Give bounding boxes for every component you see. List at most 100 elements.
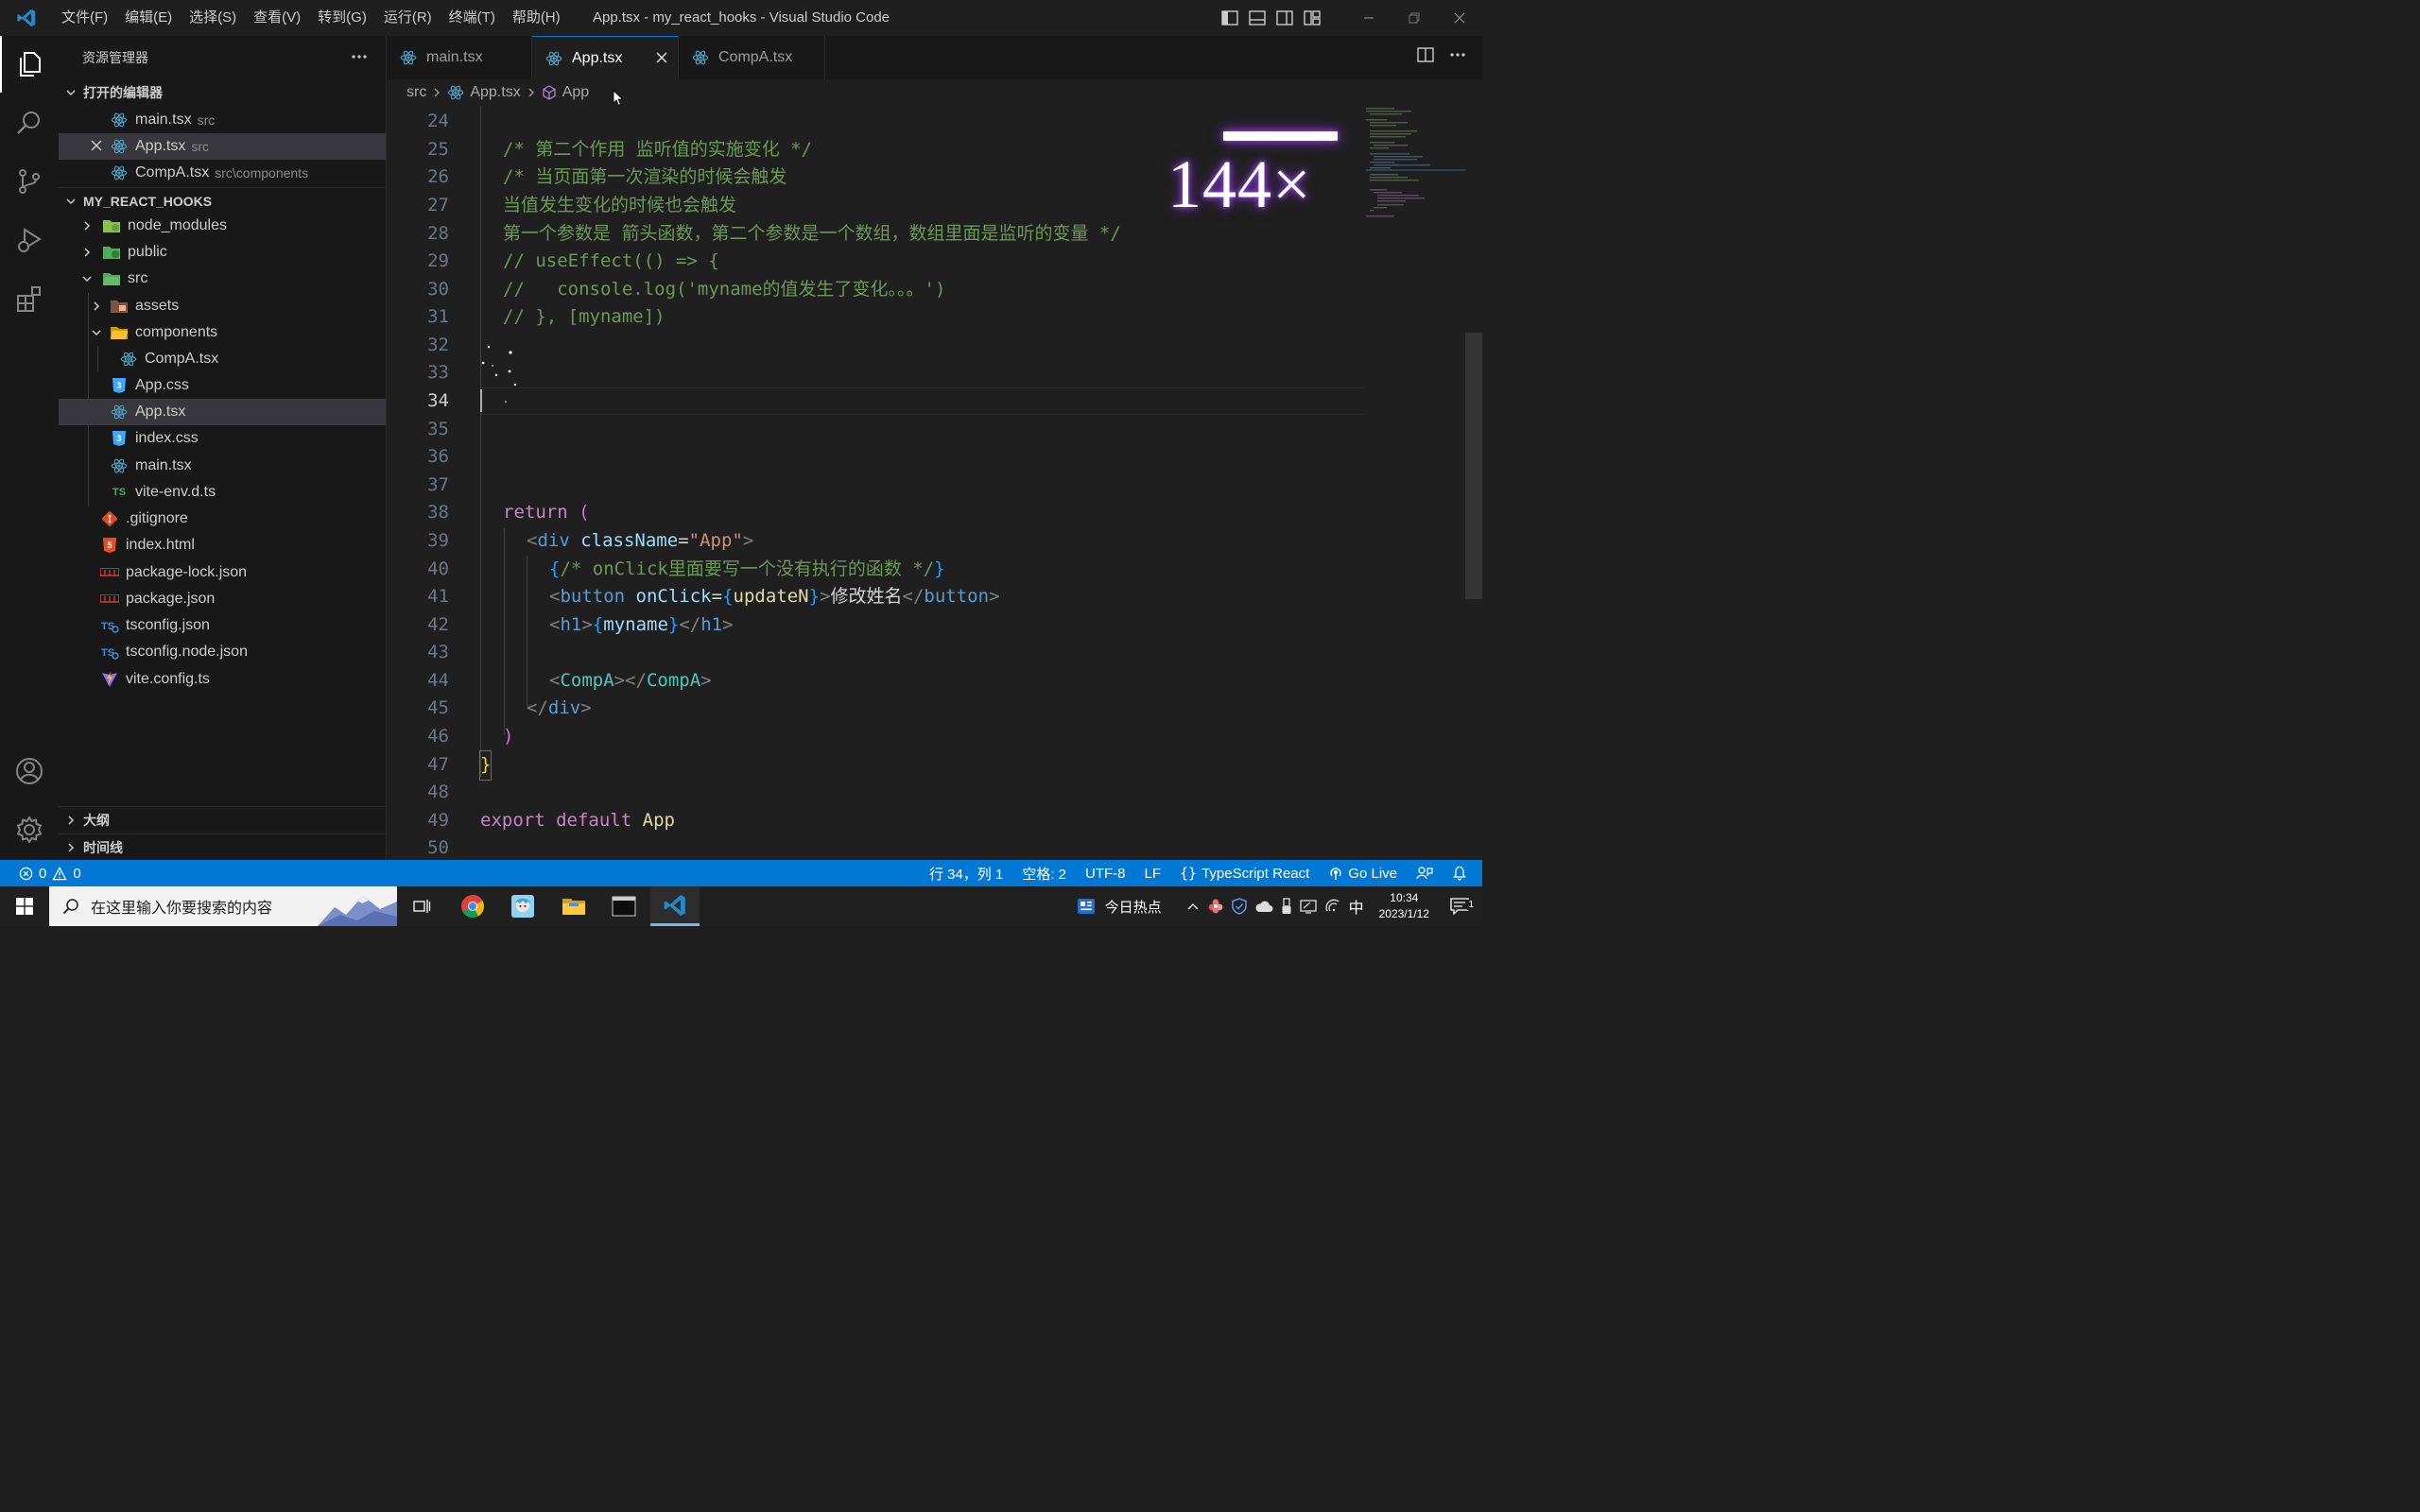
accounts-icon[interactable] [0,743,59,799]
manage-gear-icon[interactable] [0,801,59,858]
open-editor-name: main.tsx [135,112,192,128]
timeline-header[interactable]: 时间线 [59,833,386,861]
tree-folder-public[interactable]: public [59,239,386,266]
menu-go[interactable]: 转到(G) [309,0,375,36]
problems-indicator[interactable]: 0 0 [0,866,81,882]
customize-layout-icon[interactable] [1298,0,1325,36]
display-icon[interactable] [1296,886,1321,926]
notifications-bell-icon[interactable] [1443,866,1482,881]
tray-app-flower-icon[interactable] [1203,886,1228,926]
news-widget[interactable]: 今日热点 [1073,886,1183,926]
outline-header[interactable]: 大纲 [59,806,386,833]
more-actions-icon[interactable] [1448,45,1467,64]
run-debug-icon[interactable] [0,212,59,268]
menu-help[interactable]: 帮助(H) [504,0,569,36]
extensions-icon[interactable] [0,270,59,327]
split-editor-icon[interactable] [1416,45,1435,64]
project-header[interactable]: MY_REACT_HOOKS [59,187,386,215]
terminal-icon[interactable] [599,886,648,926]
tab-main-tsx[interactable]: main.tsx [387,36,532,79]
tree-file-gitignore[interactable]: .gitignore [59,506,386,532]
tree-folder-assets[interactable]: assets [59,293,386,319]
breadcrumb-symbol[interactable]: App [542,84,589,101]
tree-file-package-lock[interactable]: package-lock.json [59,559,386,586]
eol-setting[interactable]: LF [1135,866,1171,882]
chevron-up-icon[interactable] [1183,886,1203,926]
taskbar-search-box[interactable]: 在这里输入你要搜索的内容 [49,886,397,926]
tree-file-main-tsx[interactable]: main.tsx [59,453,386,479]
close-window-button[interactable] [1437,0,1482,36]
tab-app-tsx[interactable]: App.tsx [532,36,679,79]
open-editor-item-active[interactable]: App.tsx src [59,133,386,160]
tree-file-app-css[interactable]: 3 App.css [59,372,386,399]
anime-app-icon[interactable] [498,886,547,926]
go-live-button[interactable]: Go Live [1319,866,1407,882]
tree-folder-src[interactable]: src [59,266,386,292]
tab-close-icon[interactable] [655,51,668,64]
notification-center-icon[interactable]: 1 [1441,886,1482,926]
open-editors-header[interactable]: 打开的编辑器 [59,79,386,106]
menu-run[interactable]: 运行(R) [375,0,441,36]
tree-folder-components[interactable]: components [59,319,386,346]
npm-icon [100,590,119,609]
menu-terminal[interactable]: 终端(T) [441,0,504,36]
usb-device-icon[interactable] [1277,886,1296,926]
breadcrumb-file[interactable]: App.tsx [447,84,521,101]
onedrive-cloud-icon[interactable] [1251,886,1277,926]
line-number: 36 [427,446,449,467]
encoding-setting[interactable]: UTF-8 [1076,866,1135,882]
cursor-position[interactable]: 行 34，列 1 [920,864,1012,884]
menu-file[interactable]: 文件(F) [53,0,116,36]
tree-file-index-html[interactable]: 5 index.html [59,532,386,558]
tree-file-vite-env[interactable]: TS vite-env.d.ts [59,479,386,506]
menu-view[interactable]: 查看(V) [245,0,309,36]
indentation-setting[interactable]: 空格: 2 [1012,864,1076,884]
tree-file-vite-config[interactable]: vite.config.ts [59,666,386,693]
open-editor-item[interactable]: CompA.tsx src\components [59,160,386,186]
menu-edit[interactable]: 编辑(E) [116,0,181,36]
feedback-icon[interactable] [1407,866,1443,881]
toggle-primary-sidebar-icon[interactable] [1216,0,1243,36]
src-folder-icon [102,269,121,288]
open-editor-item[interactable]: main.tsx src [59,107,386,133]
minimize-button[interactable] [1346,0,1392,36]
restore-button[interactable] [1392,0,1437,36]
tree-file-tsconfig-node[interactable]: TS tsconfig.node.json [59,639,386,665]
explorer-icon[interactable] [0,36,59,93]
clock[interactable]: 10:34 2023/1/12 [1368,886,1441,926]
code-token: = [678,530,689,551]
code-line: export default App [480,807,675,835]
vscode-logo-icon[interactable] [0,0,53,36]
ime-indicator[interactable]: 中 [1345,886,1368,926]
tab-compa-tsx[interactable]: CompA.tsx [679,36,825,79]
source-control-icon[interactable] [0,153,59,210]
close-editor-icon[interactable] [90,139,103,152]
menu-selection[interactable]: 选择(S) [181,0,245,36]
language-mode[interactable]: {} TypeScript React [1170,865,1319,882]
toggle-panel-icon[interactable] [1243,0,1270,36]
minimap[interactable] [1366,106,1465,229]
warning-icon [52,866,68,881]
chrome-icon[interactable] [448,886,497,926]
toggle-secondary-sidebar-icon[interactable] [1270,0,1298,36]
editor-scrollbar[interactable] [1465,333,1482,599]
tree-file-tsconfig[interactable]: TS tsconfig.json [59,612,386,639]
wifi-icon[interactable] [1321,886,1345,926]
windows-start-icon[interactable] [0,886,49,926]
tray-shield-icon[interactable] [1228,886,1251,926]
file-explorer-icon[interactable] [549,886,598,926]
tree-file-package-json[interactable]: package.json [59,586,386,612]
more-actions-icon[interactable] [350,47,369,66]
tree-file-app-tsx[interactable]: App.tsx [59,399,386,425]
line-number: 50 [427,837,449,858]
tree-file-index-css[interactable]: 3 index.css [59,425,386,452]
tree-file-compa[interactable]: CompA.tsx [59,346,386,372]
search-icon[interactable] [0,94,59,151]
breadcrumb-src[interactable]: src [406,84,426,101]
tree-folder-node-modules[interactable]: node_modules [59,213,386,239]
task-view-icon[interactable] [397,886,446,926]
open-editor-name: CompA.tsx [135,164,210,180]
status-bar: 0 0 行 34，列 1 空格: 2 UTF-8 LF {} TypeScrip… [0,860,1482,886]
vscode-taskbar-icon[interactable] [650,886,700,926]
code-editor[interactable]: 24 25 26 27 28 29 30 31 32 33 34 35 36 3… [387,106,1482,860]
